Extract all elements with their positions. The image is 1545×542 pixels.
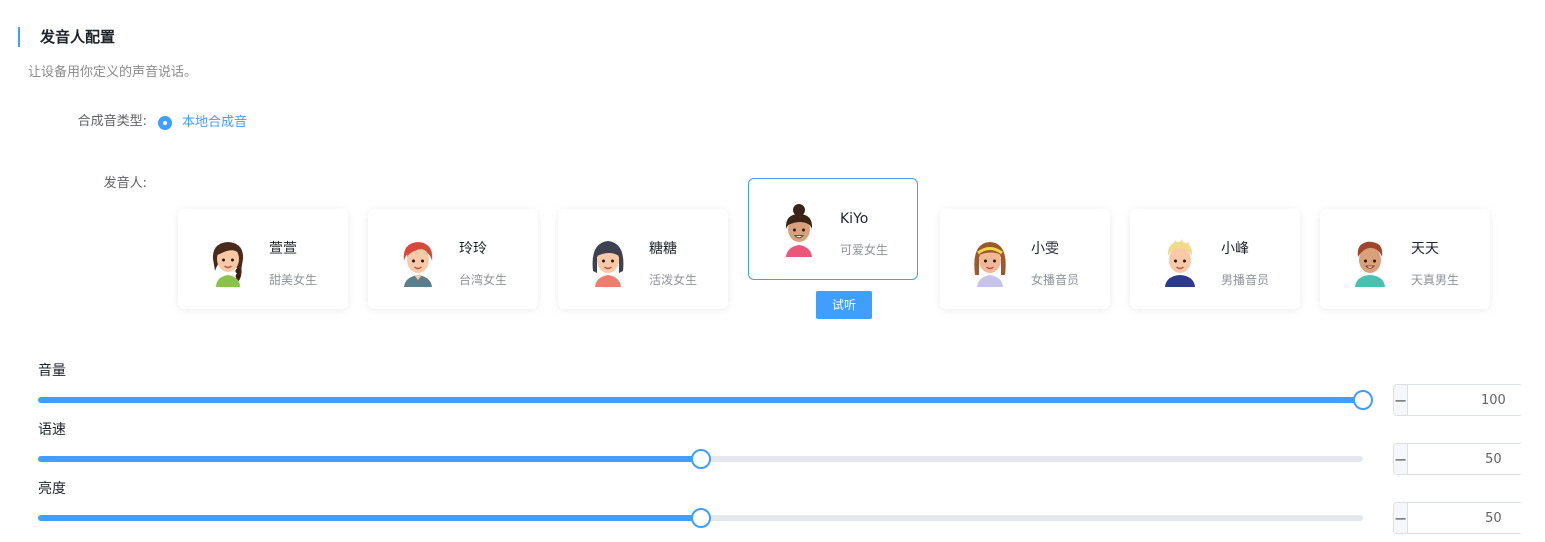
speaker-label: 发音人: (103, 176, 147, 191)
section-accent-bar (18, 27, 20, 47)
brightness-slider-handle[interactable] (690, 508, 711, 528)
speaker-name: 小雯 (1031, 241, 1059, 257)
speaker-card-xiaofeng[interactable]: 小峰 男播音员 (1130, 209, 1300, 309)
speaker-name: 玲玲 (459, 241, 487, 257)
speaker-card-tiantian[interactable]: 天天 天真男生 (1320, 209, 1490, 309)
speed-slider[interactable] (38, 449, 1363, 469)
speaker-desc: 台湾女生 (459, 273, 508, 287)
speaker-name: 萱萱 (269, 241, 297, 257)
girl-headband-avatar-icon (974, 242, 1006, 287)
local-synthesis-radio[interactable]: 本地合成音 (158, 115, 247, 131)
brightness-slider[interactable] (38, 508, 1363, 528)
speaker-desc: 甜美女生 (269, 273, 318, 287)
boy-blond-avatar-icon (1165, 239, 1195, 287)
girl-dark-hair-avatar-icon (592, 241, 624, 287)
girl-bun-avatar-icon (785, 204, 813, 257)
volume-decrease-button[interactable]: − (1394, 385, 1409, 415)
speaker-desc: 女播音员 (1031, 273, 1080, 287)
brightness-decrease-button[interactable]: − (1394, 503, 1409, 533)
brightness-input[interactable] (1408, 503, 1545, 533)
speaker-card-xiaowen[interactable]: 小雯 女播音员 (940, 209, 1110, 309)
speaker-desc: 天真男生 (1411, 273, 1460, 287)
section-title: 发音人配置 (40, 28, 116, 46)
volume-stepper: − + (1393, 384, 1545, 416)
brightness-slider-fill (38, 515, 701, 521)
speaker-name: 小峰 (1221, 241, 1249, 257)
girl-braid-avatar-icon (212, 242, 244, 287)
brightness-label: 亮度 (38, 481, 66, 497)
speed-slider-handle[interactable] (690, 449, 711, 469)
speaker-desc: 活泼女生 (649, 273, 698, 287)
speed-input[interactable] (1408, 444, 1545, 474)
listen-button[interactable]: 试听 (816, 291, 872, 319)
speaker-name: 天天 (1411, 241, 1439, 257)
speaker-card-kiyo[interactable]: KiYo 可爱女生 (748, 178, 918, 280)
volume-label: 音量 (38, 363, 66, 379)
speaker-card-lingling[interactable]: 玲玲 台湾女生 (368, 209, 538, 309)
speaker-desc: 男播音员 (1221, 273, 1270, 287)
speed-decrease-button[interactable]: − (1394, 444, 1409, 474)
speaker-card-xuanxuan[interactable]: 萱萱 甜美女生 (178, 209, 348, 309)
speed-label: 语速 (38, 422, 66, 438)
radio-checked-icon[interactable] (158, 116, 172, 130)
speaker-desc: 可爱女生 (840, 243, 889, 257)
section-description: 让设备用你定义的声音说话。 (28, 65, 198, 80)
speaker-name: 糖糖 (649, 241, 677, 257)
girl-red-hair-avatar-icon (403, 242, 433, 287)
brightness-stepper: − + (1393, 502, 1545, 534)
speaker-card-tangtang[interactable]: 糖糖 活泼女生 (558, 209, 728, 309)
volume-slider-handle[interactable] (1353, 390, 1373, 410)
volume-input[interactable] (1408, 385, 1545, 415)
speed-stepper: − + (1393, 443, 1545, 475)
synthesis-type-label: 合成音类型: (77, 114, 147, 129)
speed-slider-fill (38, 456, 701, 462)
volume-slider[interactable] (38, 390, 1373, 410)
speaker-name: KiYo (840, 211, 869, 227)
volume-slider-fill (38, 397, 1363, 403)
boy-brown-hair-avatar-icon (1355, 241, 1385, 287)
local-synthesis-radio-label[interactable]: 本地合成音 (182, 115, 247, 131)
